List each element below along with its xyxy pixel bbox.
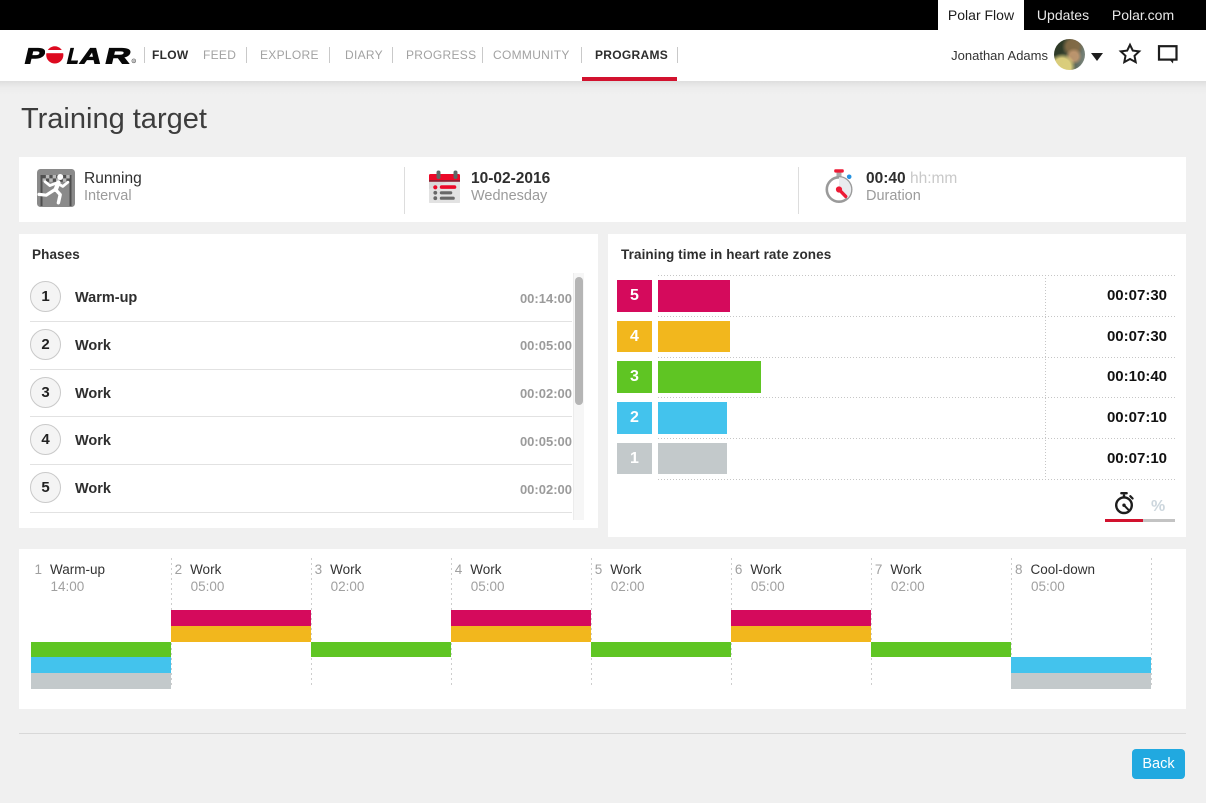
svg-text:R: R: [103, 44, 134, 68]
svg-text:P: P: [22, 44, 47, 68]
svg-text:A: A: [78, 44, 105, 68]
